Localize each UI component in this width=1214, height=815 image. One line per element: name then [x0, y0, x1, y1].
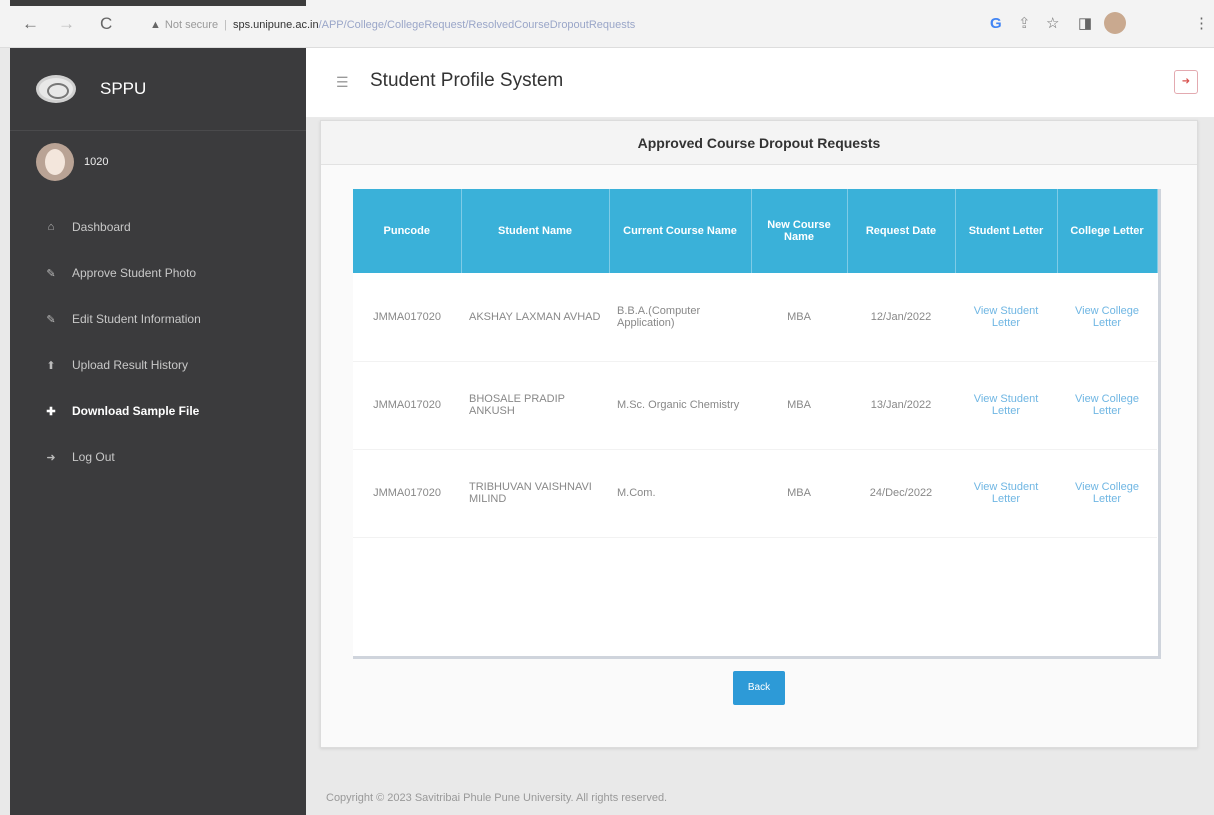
- new-course-cell: MBA: [751, 449, 847, 538]
- sidebar-item-label: Log Out: [72, 450, 115, 464]
- column-header: Student Name: [461, 189, 610, 273]
- puncode-cell: JMMA017020: [353, 449, 461, 538]
- student-letter-cell: View Student Letter: [955, 361, 1057, 450]
- table-row: JMMA017020 BHOSALE PRADIP ANKUSH M.Sc. O…: [353, 361, 1157, 450]
- not-secure-label: Not secure: [164, 19, 219, 31]
- student-name-cell: BHOSALE PRADIP ANKUSH: [461, 361, 609, 450]
- sidebar-item-download-sample[interactable]: ✚ Download Sample File: [10, 388, 306, 434]
- share-icon[interactable]: ⇪: [1018, 14, 1031, 34]
- current-course-cell: M.Com.: [609, 449, 751, 538]
- back-arrow-icon[interactable]: ←: [22, 14, 39, 34]
- new-course-cell: MBA: [751, 273, 847, 362]
- reload-icon[interactable]: C: [100, 14, 112, 34]
- view-college-letter-link[interactable]: View College Letter: [1075, 481, 1139, 505]
- sidebar-item-label: Download Sample File: [72, 404, 200, 418]
- google-icon[interactable]: G: [990, 14, 1002, 34]
- view-student-letter-link[interactable]: View Student Letter: [974, 481, 1039, 505]
- sidebar-item-label: Upload Result History: [72, 358, 189, 372]
- sidebar-item-label: Approve Student Photo: [72, 266, 197, 280]
- sidebar-item-upload-result[interactable]: ⬆ Upload Result History: [10, 342, 306, 388]
- column-header: Puncode: [353, 189, 462, 273]
- star-icon[interactable]: ☆: [1046, 14, 1059, 34]
- new-course-cell: MBA: [751, 361, 847, 450]
- table-row: JMMA017020 TRIBHUVAN VAISHNAVI MILIND M.…: [353, 449, 1157, 538]
- user-name: 1020: [84, 155, 109, 168]
- request-date-cell: 24/Dec/2022: [847, 449, 955, 538]
- forward-arrow-icon[interactable]: →: [58, 14, 75, 34]
- browser-toolbar: ← → C ▲ Not secure | sps.unipune.ac.in/APP/…: [0, 0, 1214, 48]
- sidebar: SPPU 1020 ⌂ Dashboard ✎ Approve Student …: [10, 48, 306, 815]
- university-logo-icon: [36, 75, 76, 103]
- dropout-requests-card: Approved Course Dropout Requests Puncode…: [320, 120, 1198, 748]
- sidebar-item-label: Dashboard: [72, 220, 131, 234]
- browser-tab[interactable]: [10, 0, 306, 6]
- table-header-row: Puncode Student Name Current Course Name…: [353, 189, 1158, 273]
- college-letter-cell: View College Letter: [1057, 449, 1157, 538]
- avatar: [36, 142, 74, 181]
- url-path: /APP/College/CollegeRequest/ResolvedCour…: [318, 19, 636, 31]
- footer-copyright: Copyright © 2023 Savitribai Phule Pune U…: [326, 792, 668, 804]
- address-bar[interactable]: ▲ Not secure | sps.unipune.ac.in/APP/Colleg…: [150, 14, 950, 36]
- student-letter-cell: View Student Letter: [955, 449, 1057, 538]
- user-panel: 1020: [10, 130, 306, 192]
- request-date-cell: 13/Jan/2022: [847, 361, 955, 450]
- current-course-cell: B.B.A.(Computer Application): [609, 273, 751, 362]
- sidebar-item-approve-photo[interactable]: ✎ Approve Student Photo: [10, 250, 306, 296]
- view-student-letter-link[interactable]: View Student Letter: [974, 305, 1039, 329]
- menu-dots-icon[interactable]: ⋮: [1194, 14, 1209, 34]
- logout-button[interactable]: ➜: [1174, 70, 1198, 94]
- college-letter-cell: View College Letter: [1057, 273, 1157, 362]
- sidebar-item-label: Edit Student Information: [72, 312, 201, 326]
- request-date-cell: 12/Jan/2022: [847, 273, 955, 362]
- view-college-letter-link[interactable]: View College Letter: [1075, 305, 1139, 329]
- warning-icon: ▲: [150, 19, 161, 31]
- column-header: Request Date: [847, 189, 956, 273]
- puncode-cell: JMMA017020: [353, 361, 461, 450]
- edit-icon: ✎: [46, 267, 56, 280]
- url-domain: sps.unipune.ac.in: [232, 19, 319, 31]
- sidebar-item-edit-student[interactable]: ✎ Edit Student Information: [10, 296, 306, 342]
- student-name-cell: AKSHAY LAXMAN AVHAD: [461, 273, 609, 362]
- puncode-cell: JMMA017020: [353, 273, 461, 362]
- requests-table-container: Puncode Student Name Current Course Name…: [353, 189, 1161, 659]
- view-college-letter-link[interactable]: View College Letter: [1075, 393, 1139, 417]
- profile-avatar-icon[interactable]: [1104, 12, 1126, 34]
- student-letter-cell: View Student Letter: [955, 273, 1057, 362]
- table-row: JMMA017020 AKSHAY LAXMAN AVHAD B.B.A.(Co…: [353, 273, 1157, 362]
- upload-icon: ⬆: [46, 359, 56, 372]
- top-header: ☰ Student Profile System ➜: [306, 48, 1214, 118]
- plus-icon: ✚: [46, 405, 56, 418]
- hamburger-icon[interactable]: ☰: [336, 74, 349, 91]
- view-student-letter-link[interactable]: View Student Letter: [974, 393, 1039, 417]
- edit-icon: ✎: [46, 313, 56, 326]
- column-header: Current Course Name: [609, 189, 752, 273]
- brand-name: SPPU: [100, 79, 147, 98]
- page-title: Student Profile System: [370, 70, 564, 91]
- logout-icon: ➜: [46, 451, 56, 464]
- current-course-cell: M.Sc. Organic Chemistry: [609, 361, 751, 450]
- logout-icon: ➜: [1181, 76, 1191, 87]
- sidebar-menu: ⌂ Dashboard ✎ Approve Student Photo ✎ Ed…: [10, 204, 306, 480]
- sidebar-item-dashboard[interactable]: ⌂ Dashboard: [10, 204, 306, 250]
- college-letter-cell: View College Letter: [1057, 361, 1157, 450]
- column-header: College Letter: [1057, 189, 1158, 273]
- column-header: New Course Name: [751, 189, 848, 273]
- sidebar-item-logout[interactable]: ➜ Log Out: [10, 434, 306, 480]
- requests-table: Puncode Student Name Current Course Name…: [353, 189, 1158, 538]
- column-header: Student Letter: [955, 189, 1058, 273]
- sidepanel-icon[interactable]: ◨: [1078, 14, 1092, 34]
- divider: |: [224, 19, 227, 31]
- home-icon: ⌂: [47, 221, 55, 233]
- card-title: Approved Course Dropout Requests: [321, 121, 1197, 165]
- back-button[interactable]: Back: [733, 671, 785, 705]
- student-name-cell: TRIBHUVAN VAISHNAVI MILIND: [461, 449, 609, 538]
- brand[interactable]: SPPU: [10, 48, 306, 130]
